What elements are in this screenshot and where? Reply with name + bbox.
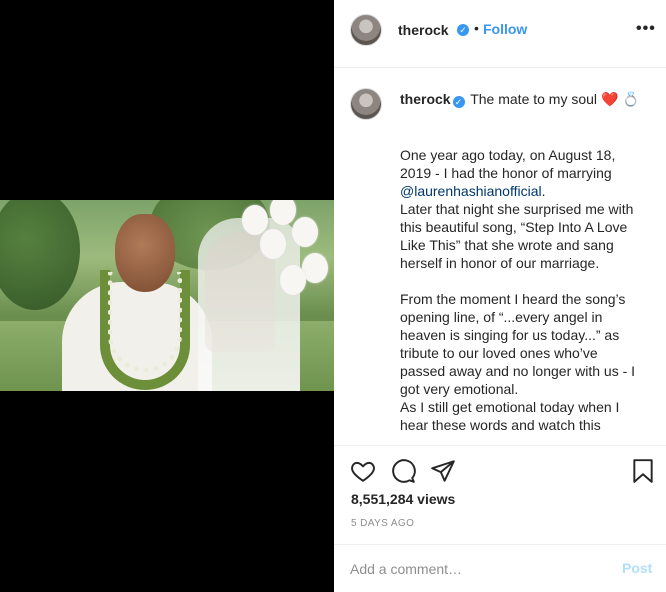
post-actions: 8,551,284 views 5 DAYS AGO xyxy=(334,445,666,545)
media-pane xyxy=(0,0,334,592)
caption-body: One year ago today, on August 18, 2019 -… xyxy=(400,146,645,434)
caption-paragraph: From the moment I heard the song’s openi… xyxy=(400,291,636,397)
photo-flower xyxy=(270,200,296,225)
avatar[interactable] xyxy=(350,14,382,46)
heart-icon[interactable] xyxy=(350,458,376,484)
mention-link[interactable]: @laurenhashianofficial xyxy=(400,183,542,199)
verified-badge-icon: ✓ xyxy=(457,24,469,36)
avatar[interactable] xyxy=(350,88,382,120)
post-age[interactable]: 5 DAYS AGO xyxy=(351,518,414,529)
post-photo[interactable] xyxy=(0,200,334,391)
post-side-panel: therock ✓ • Follow ••• therock ✓ The mate… xyxy=(334,0,666,592)
header-separator: • xyxy=(474,20,479,36)
caption-area[interactable]: therock ✓ The mate to my soul ❤️ 💍 One ye… xyxy=(334,68,666,445)
photo-flowers xyxy=(230,200,334,305)
post-header: therock ✓ • Follow ••• xyxy=(334,0,666,68)
photo-flower xyxy=(260,229,286,259)
photo-lei-flowers xyxy=(108,272,182,372)
caption-paragraph: Later that night she surprised me with t… xyxy=(400,201,634,271)
bookmark-icon[interactable] xyxy=(630,458,656,484)
caption-username[interactable]: therock xyxy=(400,91,451,107)
photo-tree xyxy=(0,200,80,310)
comment-bar: Post xyxy=(334,544,666,592)
caption-paragraph: One year ago today, on August 18, 2019 -… xyxy=(400,147,616,199)
comment-icon[interactable] xyxy=(390,458,416,484)
caption-paragraph: As I still get emotional today when I he… xyxy=(400,399,620,433)
verified-badge-icon: ✓ xyxy=(452,96,465,108)
post-comment-button[interactable]: Post xyxy=(622,560,652,576)
more-options-icon[interactable]: ••• xyxy=(636,20,656,38)
photo-flower xyxy=(242,205,268,235)
comment-input[interactable] xyxy=(350,559,600,579)
photo-flower xyxy=(292,217,318,247)
follow-button[interactable]: Follow xyxy=(483,21,527,37)
header-username[interactable]: therock xyxy=(398,22,449,38)
share-icon[interactable] xyxy=(430,458,456,484)
caption-header: therock ✓ The mate to my soul ❤️ 💍 xyxy=(400,90,650,108)
caption-title: The mate to my soul xyxy=(470,91,598,107)
photo-flower xyxy=(280,265,306,295)
caption-emojis: ❤️ 💍 xyxy=(600,91,640,107)
view-count[interactable]: 8,551,284 views xyxy=(351,491,455,507)
